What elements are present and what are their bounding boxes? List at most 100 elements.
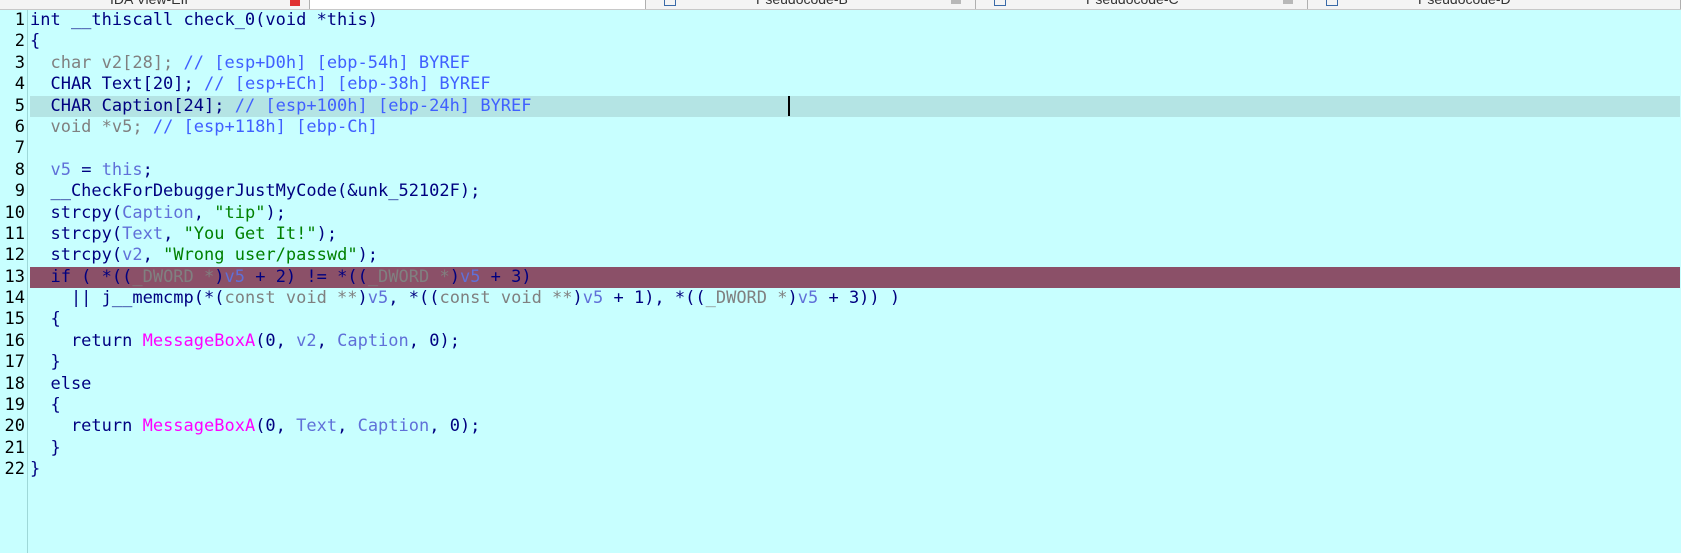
line-number: 2 xyxy=(14,31,25,52)
line-number: 12 xyxy=(4,245,25,266)
line-number: 20 xyxy=(4,416,25,437)
line-number: 4 xyxy=(14,74,25,95)
code-token: char v2[28]; xyxy=(30,52,184,73)
code-line[interactable]: { xyxy=(30,395,1680,416)
line-number: 21 xyxy=(4,437,25,458)
code-token: // [esp+118h] [ebp-Ch] xyxy=(152,116,378,137)
code-token: Caption xyxy=(357,416,430,437)
code-token: } xyxy=(30,459,41,480)
line-number: 7 xyxy=(14,138,25,159)
code-token: v5 xyxy=(50,159,71,180)
code-token: , xyxy=(142,245,164,266)
code-line[interactable]: v5 = this; xyxy=(30,160,1680,181)
code-token: int __thiscall check_0(void *this) xyxy=(30,10,378,30)
code-line[interactable]: strcpy(Text, "You Get It!"); xyxy=(30,224,1680,245)
line-number: 1 xyxy=(14,10,25,30)
line-number: 19 xyxy=(4,395,25,416)
code-token: + 2) != *(( xyxy=(244,266,368,287)
code-line[interactable]: return MessageBoxA(0, v2, Caption, 0); xyxy=(30,331,1680,352)
tab-pseudocode-c[interactable]: Pseudocode-C xyxy=(976,0,1308,9)
code-line[interactable]: CHAR Text[20]; // [esp+ECh] [ebp-38h] BY… xyxy=(30,74,1680,95)
code-line[interactable]: int __thiscall check_0(void *this) xyxy=(30,10,1680,31)
pseudocode-icon xyxy=(994,0,1006,6)
line-number: 17 xyxy=(4,352,25,373)
close-icon[interactable] xyxy=(1283,0,1293,4)
code-token: void *v5; xyxy=(30,116,153,137)
pseudocode-icon xyxy=(664,0,676,6)
code-line[interactable]: return MessageBoxA(0, Text, Caption, 0); xyxy=(30,416,1680,437)
code-token: ); xyxy=(316,223,338,244)
tab-pseudocode-d[interactable]: Pseudocode-D xyxy=(1308,0,1681,9)
line-number: 15 xyxy=(4,309,25,330)
code-line[interactable]: } xyxy=(30,459,1680,480)
code-line[interactable]: else xyxy=(30,374,1680,395)
code-token: CHAR Caption[24]; xyxy=(30,95,235,116)
line-number: 10 xyxy=(4,202,25,223)
line-numbers: 1 2 3 4 5 6 7 8 9 10 11 12 13 14 15 16 17 18 19 20 21 22 xyxy=(0,10,25,481)
code-token: { xyxy=(30,309,61,330)
code-token: { xyxy=(30,395,61,416)
tab-pseudocode-b[interactable]: Pseudocode-B xyxy=(646,0,976,9)
code-token: ; xyxy=(142,159,153,180)
tab-modified-marker-icon xyxy=(290,0,300,6)
code-token: this xyxy=(101,159,143,180)
code-token: return xyxy=(30,330,143,351)
pseudocode-view[interactable]: int __thiscall check_0(void *this){ char… xyxy=(30,10,1680,481)
code-token: Text xyxy=(122,223,164,244)
code-line[interactable]: || j__memcmp(*(const void **)v5, *((cons… xyxy=(30,288,1680,309)
code-line[interactable]: CHAR Caption[24]; // [esp+100h] [ebp-24h… xyxy=(30,95,1680,117)
code-token: v2 xyxy=(296,330,317,351)
code-token: ) xyxy=(214,266,225,287)
pseudocode-icon xyxy=(1326,0,1338,6)
line-number: 16 xyxy=(4,330,25,351)
code-token: || j__memcmp(*( xyxy=(30,288,225,309)
code-token: // [esp+ECh] [ebp-38h] BYREF xyxy=(204,74,491,95)
code-token: "Wrong user/passwd" xyxy=(163,245,358,266)
code-line[interactable]: void *v5; // [esp+118h] [ebp-Ch] xyxy=(30,117,1680,138)
code-token: _DWORD * xyxy=(705,288,788,309)
code-token: + 3) xyxy=(480,266,532,287)
code-token: // [esp+D0h] [ebp-54h] BYREF xyxy=(183,52,471,73)
line-number: 18 xyxy=(4,373,25,394)
code-token: ); xyxy=(265,202,286,223)
tab-label: Pseudocode-C xyxy=(1086,0,1179,9)
code-token: v5 xyxy=(224,266,245,287)
code-line[interactable]: { xyxy=(30,309,1680,330)
code-token: // [esp+100h] [ebp-24h] BYREF xyxy=(234,95,532,116)
code-line[interactable]: } xyxy=(30,438,1680,459)
code-token: } xyxy=(30,352,61,373)
code-token: const void ** xyxy=(439,288,573,309)
code-token: } xyxy=(30,437,61,458)
code-token: ) xyxy=(357,288,368,309)
code-token: , 0); xyxy=(429,416,481,437)
code-line[interactable]: } xyxy=(30,352,1680,373)
code-line[interactable]: strcpy(Caption, "tip"); xyxy=(30,203,1680,224)
code-token: v5 xyxy=(459,266,481,287)
line-number: 22 xyxy=(4,459,25,480)
line-number: 5 xyxy=(14,95,25,116)
code-token: (0, xyxy=(255,416,297,437)
code-token: v2 xyxy=(122,245,143,266)
tab-ida-view[interactable]: IDA View-EIP xyxy=(0,0,310,9)
code-line[interactable]: __CheckForDebuggerJustMyCode(&unk_52102F… xyxy=(30,181,1680,202)
code-token: ) xyxy=(787,288,798,309)
tab-active[interactable] xyxy=(310,0,646,9)
code-token: (0, xyxy=(255,330,297,351)
code-line[interactable]: if ( *((_DWORD *)v5 + 2) != *((_DWORD *)… xyxy=(30,266,1680,289)
close-icon[interactable] xyxy=(951,0,961,4)
code-line[interactable]: strcpy(v2, "Wrong user/passwd"); xyxy=(30,245,1680,266)
tab-label: Pseudocode-D xyxy=(1418,0,1511,9)
line-number: 6 xyxy=(14,116,25,137)
code-line[interactable]: { xyxy=(30,31,1680,52)
code-token: return xyxy=(30,416,143,437)
code-line[interactable] xyxy=(30,138,1680,159)
line-number: 8 xyxy=(14,159,25,180)
code-token: { xyxy=(30,31,41,52)
code-token: strcpy( xyxy=(30,202,123,223)
line-number: 11 xyxy=(4,223,25,244)
code-line[interactable]: char v2[28]; // [esp+D0h] [ebp-54h] BYRE… xyxy=(30,53,1680,74)
code-token: const void ** xyxy=(224,288,358,309)
tab-label: Pseudocode-B xyxy=(756,0,848,9)
code-token: , xyxy=(337,416,358,437)
